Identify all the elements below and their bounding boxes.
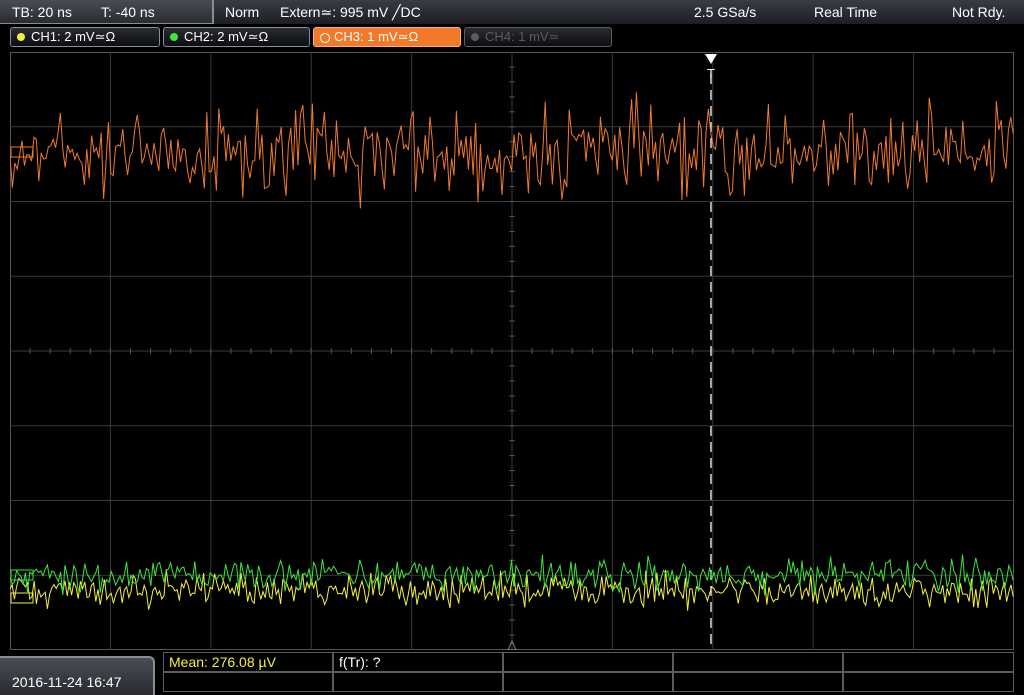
date-box: 2016-11-24 16:47 [0, 656, 155, 695]
acquisition-mode-label[interactable]: Real Time [814, 4, 877, 20]
meas-cell [333, 672, 503, 692]
trigger-marker-label: T [707, 66, 715, 81]
trigger-mode-label[interactable]: Norm [225, 4, 259, 20]
status-bar: TB: 20 ns T: -40 ns Norm Extern≃: 995 mV… [0, 0, 1024, 24]
channel-1-dot-icon [17, 33, 25, 41]
channel-3-label: CH3: 1 mV≃Ω [334, 29, 419, 44]
sample-rate-label: 2.5 GSa/s [694, 4, 757, 20]
channel-2-label: CH2: 2 mV≃Ω [184, 29, 269, 44]
channel-2-button[interactable]: CH2: 2 mV≃Ω [163, 27, 310, 47]
channel-1-button[interactable]: CH1: 2 mV≃Ω [10, 27, 160, 47]
waveform-display[interactable]: T [10, 52, 1014, 650]
measurement-panel[interactable]: Mean: 276.08 µV f(Tr): ? [163, 652, 1014, 695]
meas-cell [843, 672, 1014, 692]
trigger-arrow-icon [705, 54, 717, 64]
channel-4-label: CH4: 1 mV≃ [485, 29, 560, 44]
meas-cell [503, 672, 673, 692]
timebase-box[interactable]: TB: 20 ns T: -40 ns [0, 0, 214, 24]
mean-measurement[interactable]: Mean: 276.08 µV [169, 654, 276, 670]
trigger-cursor[interactable] [705, 54, 717, 650]
channel-offset-markers [10, 146, 34, 604]
meas-cell [673, 672, 843, 692]
channel-3-button[interactable]: CH3: 1 mV≃Ω [313, 27, 461, 47]
channel-1-label: CH1: 2 mV≃Ω [31, 29, 116, 44]
trigger-source-label[interactable]: Extern≃: 995 mV ╱DC [280, 4, 421, 21]
channel-4-dot-icon [471, 33, 479, 41]
trigger-time-label: T: -40 ns [101, 4, 155, 20]
channel-bar: CH1: 2 mV≃Ω CH2: 2 mV≃Ω CH3: 1 mV≃Ω CH4:… [0, 24, 1024, 50]
channel-2-dot-icon [170, 33, 178, 41]
meas-cell [843, 652, 1014, 672]
frequency-measurement[interactable]: f(Tr): ? [339, 654, 380, 670]
meas-cell [503, 652, 673, 672]
timebase-label: TB: 20 ns [12, 4, 72, 20]
channel-3-dot-icon [320, 33, 330, 43]
date-time: 2016-11-24 16:47 [12, 674, 122, 690]
meas-cell [163, 672, 333, 692]
meas-cell [673, 652, 843, 672]
ready-status-label: Not Rdy. [952, 4, 1006, 20]
channel-4-button[interactable]: CH4: 1 mV≃ [464, 27, 612, 47]
